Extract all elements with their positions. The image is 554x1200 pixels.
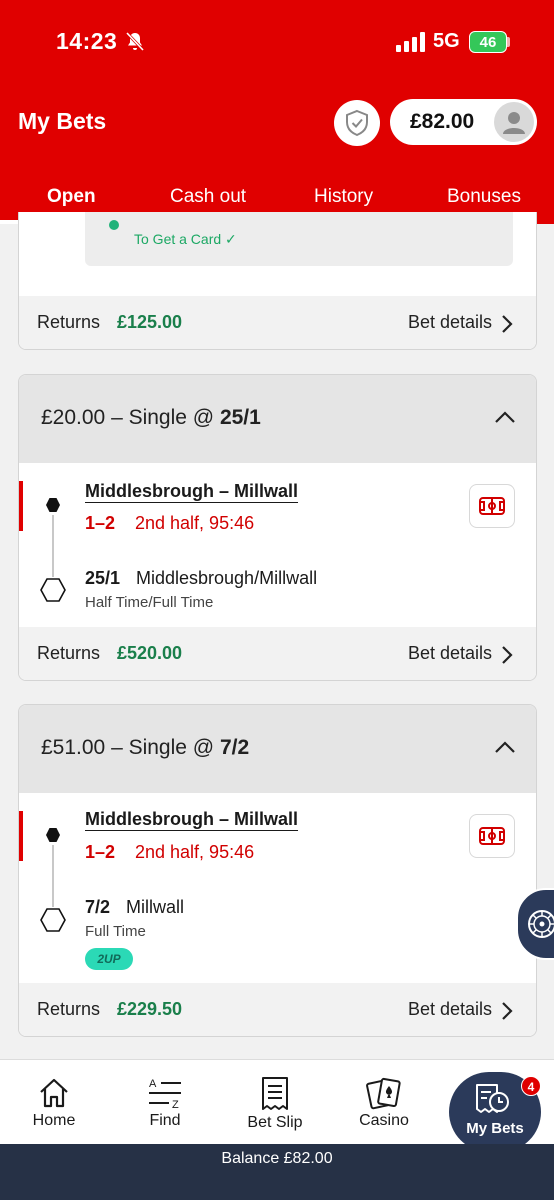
pitch-icon (479, 827, 505, 845)
bet-card: £51.00 – Single @ 7/2 Middlesbrough – Mi… (18, 704, 537, 1037)
promo-text: To Get a Card ✓ (134, 231, 237, 247)
chevron-up-icon[interactable] (494, 740, 516, 754)
match-name[interactable]: Middlesbrough – Millwall (85, 809, 298, 830)
my-bets-icon (476, 1084, 509, 1113)
casino-icon (366, 1077, 401, 1110)
selection-name: Middlesbrough/Millwall (136, 568, 318, 588)
pitch-icon (479, 497, 505, 515)
avatar (494, 102, 534, 142)
nav-my-bets[interactable]: 4 My Bets (449, 1072, 541, 1152)
bet-slip-icon (262, 1077, 288, 1110)
timeline-line (52, 845, 54, 907)
bell-muted-icon (125, 31, 145, 52)
returns-row: Returns £125.00 Bet details (19, 296, 536, 349)
bet-header[interactable]: £20.00 – Single @ 25/1 (19, 375, 536, 463)
bet-header[interactable]: £51.00 – Single @ 7/2 (19, 705, 536, 793)
tab-bonuses[interactable]: Bonuses (447, 186, 521, 208)
bet-card: £20.00 – Single @ 25/1 Middlesbrough – M… (18, 374, 537, 681)
leg-live-icon (46, 498, 60, 512)
returns-value: £125.00 (117, 312, 183, 332)
my-bets-count-badge: 4 (521, 1076, 541, 1096)
nav-bet-slip[interactable]: Bet Slip (240, 1060, 310, 1145)
bet-title: £51.00 – Single @ 7/2 (41, 736, 250, 759)
battery-indicator: 46 (469, 31, 507, 53)
returns-label: Returns (37, 999, 101, 1019)
market-name: Half Time/Full Time (85, 594, 214, 611)
returns-value: £520.00 (117, 643, 183, 663)
match-state: 2nd half, 95:46 (135, 513, 255, 533)
chevron-right-icon[interactable] (500, 645, 514, 665)
leg-pending-icon (40, 578, 66, 602)
app-header: 14:23 5G 46 My Bets £82.00 Open Cash out… (0, 0, 554, 224)
nav-label: Home (32, 1112, 76, 1129)
nav-label: My Bets (466, 1120, 524, 1137)
balance-bar: Balance £82.00 (0, 1144, 554, 1200)
status-time: 14:23 (56, 28, 118, 54)
promo-box: To Get a Card ✓ (85, 212, 513, 266)
roulette-icon (528, 910, 554, 938)
returns-value: £229.50 (117, 999, 183, 1019)
account-balance-button[interactable]: £82.00 (390, 99, 537, 145)
nav-label: Bet Slip (247, 1114, 303, 1131)
header-balance: £82.00 (410, 110, 475, 133)
find-icon: A Z (149, 1078, 181, 1110)
chevron-right-icon[interactable] (500, 314, 514, 334)
signal-icon (396, 32, 425, 52)
match-state: 2nd half, 95:46 (135, 842, 255, 862)
selection-odds: 7/2 (85, 897, 111, 917)
bet-details-link[interactable]: Bet details (408, 999, 492, 1020)
promo-status-dot (109, 220, 119, 230)
svg-text:A: A (149, 1078, 157, 1090)
live-pitch-button[interactable] (469, 814, 515, 858)
match-score: 1–2 (85, 513, 116, 533)
returns-label: Returns (37, 643, 101, 663)
bet-title: £20.00 – Single @ 25/1 (41, 406, 261, 429)
nav-label: Find (149, 1112, 181, 1129)
selection-odds: 25/1 (85, 568, 121, 588)
page-title: My Bets (18, 108, 107, 134)
bottom-navigation: Home A Z Find Bet Slip Casino 4 My Bets (0, 1059, 554, 1152)
timeline-line (52, 515, 54, 577)
nav-casino[interactable]: Casino (352, 1060, 416, 1145)
bet-card-previous: To Get a Card ✓ Returns £125.00 Bet deta… (18, 212, 537, 350)
tab-history[interactable]: History (314, 186, 373, 208)
user-icon (503, 112, 525, 134)
returns-row: Returns £520.00 Bet details (19, 627, 536, 680)
match-score: 1–2 (85, 842, 116, 862)
nav-label: Casino (359, 1112, 409, 1129)
bet-details-link[interactable]: Bet details (408, 312, 492, 333)
home-icon (40, 1078, 68, 1108)
chevron-up-icon[interactable] (494, 410, 516, 424)
battery-tip (507, 37, 510, 47)
selection-name: Millwall (126, 897, 184, 917)
returns-row: Returns £229.50 Bet details (19, 983, 536, 1036)
live-pitch-button[interactable] (469, 484, 515, 528)
returns-label: Returns (37, 312, 101, 332)
leg-live-icon (46, 828, 60, 842)
svg-text:Z: Z (172, 1099, 179, 1110)
leg-pending-icon (40, 908, 66, 932)
nav-find[interactable]: A Z Find (133, 1060, 197, 1145)
network-label: 5G (433, 30, 460, 52)
shield-icon (346, 109, 368, 137)
live-marker (19, 481, 23, 531)
chevron-right-icon[interactable] (500, 1001, 514, 1021)
tab-cash-out[interactable]: Cash out (170, 186, 246, 208)
nav-home[interactable]: Home (22, 1060, 86, 1145)
tab-open[interactable]: Open (47, 186, 96, 208)
safer-gambling-button[interactable] (334, 100, 380, 146)
status-bar: 14:23 5G 46 (0, 22, 554, 62)
bet-details-link[interactable]: Bet details (408, 643, 492, 664)
match-name[interactable]: Middlesbrough – Millwall (85, 481, 298, 502)
2up-badge: 2UP (85, 948, 133, 970)
market-name: Full Time (85, 923, 146, 940)
live-marker (19, 811, 23, 861)
